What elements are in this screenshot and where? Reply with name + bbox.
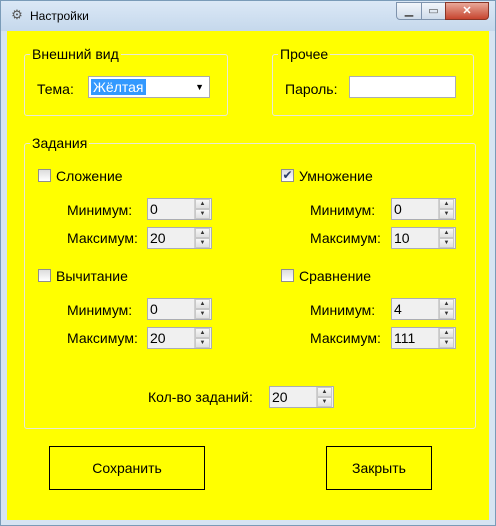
settings-window: ⚙ Настройки ▁ ▭ ✕ Внешний вид Тема: Жёлт… bbox=[0, 0, 496, 526]
multiplication-min-stepper[interactable]: 0 ▲ ▼ bbox=[391, 198, 456, 220]
subtraction-max-stepper[interactable]: 20 ▲ ▼ bbox=[147, 327, 212, 349]
multiplication-max-label: Максимум: bbox=[310, 230, 381, 246]
spin-up-icon[interactable]: ▲ bbox=[439, 328, 454, 338]
addition-min-value: 0 bbox=[150, 201, 158, 217]
spin-up-icon[interactable]: ▲ bbox=[317, 387, 332, 397]
comparison-min-stepper[interactable]: 4 ▲ ▼ bbox=[391, 298, 456, 320]
multiplication-max-stepper[interactable]: 10 ▲ ▼ bbox=[391, 227, 456, 249]
addition-min-stepper[interactable]: 0 ▲ ▼ bbox=[147, 198, 212, 220]
tasks-group: Задания bbox=[24, 135, 476, 429]
comparison-max-stepper[interactable]: 111 ▲ ▼ bbox=[391, 327, 456, 349]
save-button-label: Сохранить bbox=[92, 460, 162, 476]
spin-up-icon[interactable]: ▲ bbox=[195, 328, 210, 338]
checkmark-icon: ✔ bbox=[282, 168, 293, 182]
comparison-label[interactable]: Сравнение bbox=[299, 268, 371, 284]
comparison-checkbox[interactable] bbox=[281, 269, 294, 282]
multiplication-label[interactable]: Умножение bbox=[299, 168, 373, 184]
save-button[interactable]: Сохранить bbox=[49, 446, 205, 490]
addition-max-stepper[interactable]: 20 ▲ ▼ bbox=[147, 227, 212, 249]
spin-down-icon[interactable]: ▼ bbox=[195, 309, 210, 319]
subtraction-min-label: Минимум: bbox=[67, 302, 133, 318]
password-label: Пароль: bbox=[285, 81, 338, 97]
spin-up-icon[interactable]: ▲ bbox=[439, 228, 454, 238]
theme-select[interactable]: Жёлтая ▼ bbox=[88, 76, 210, 98]
spin-down-icon[interactable]: ▼ bbox=[317, 397, 332, 407]
addition-max-label: Максимум: bbox=[67, 230, 138, 246]
task-count-value: 20 bbox=[272, 389, 288, 405]
subtraction-max-value: 20 bbox=[150, 330, 166, 346]
subtraction-min-value: 0 bbox=[150, 301, 158, 317]
multiplication-checkbox[interactable]: ✔ bbox=[281, 168, 294, 182]
multiplication-min-value: 0 bbox=[394, 201, 402, 217]
spin-down-icon[interactable]: ▼ bbox=[439, 238, 454, 248]
spin-down-icon[interactable]: ▼ bbox=[195, 338, 210, 348]
gear-icon: ⚙ bbox=[11, 7, 23, 22]
close-button-label: Закрыть bbox=[352, 460, 406, 476]
comparison-min-value: 4 bbox=[394, 301, 402, 317]
theme-label: Тема: bbox=[37, 81, 74, 97]
close-button[interactable]: Закрыть bbox=[326, 446, 432, 490]
spin-down-icon[interactable]: ▼ bbox=[439, 338, 454, 348]
theme-select-value: Жёлтая bbox=[91, 79, 146, 95]
task-count-label: Кол-во заданий: bbox=[148, 389, 253, 405]
spin-down-icon[interactable]: ▼ bbox=[439, 309, 454, 319]
spin-up-icon[interactable]: ▲ bbox=[439, 299, 454, 309]
window-title: Настройки bbox=[30, 9, 89, 23]
comparison-max-value: 111 bbox=[394, 330, 416, 346]
password-field[interactable] bbox=[349, 76, 456, 98]
close-window-button[interactable]: ✕ bbox=[445, 2, 489, 20]
subtraction-label[interactable]: Вычитание bbox=[56, 268, 128, 284]
tasks-legend: Задания bbox=[30, 135, 90, 151]
spin-down-icon[interactable]: ▼ bbox=[195, 209, 210, 219]
title-bar[interactable]: ⚙ Настройки ▁ ▭ ✕ bbox=[1, 1, 495, 31]
maximize-button[interactable]: ▭ bbox=[421, 2, 446, 20]
addition-max-value: 20 bbox=[150, 230, 166, 246]
addition-checkbox[interactable] bbox=[38, 169, 51, 182]
minimize-button[interactable]: ▁ bbox=[396, 2, 422, 20]
multiplication-max-value: 10 bbox=[394, 230, 410, 246]
spin-up-icon[interactable]: ▲ bbox=[195, 199, 210, 209]
spin-down-icon[interactable]: ▼ bbox=[439, 209, 454, 219]
addition-min-label: Минимум: bbox=[67, 202, 133, 218]
spin-up-icon[interactable]: ▲ bbox=[195, 299, 210, 309]
subtraction-max-label: Максимум: bbox=[67, 330, 138, 346]
spin-up-icon[interactable]: ▲ bbox=[195, 228, 210, 238]
subtraction-checkbox[interactable] bbox=[38, 269, 51, 282]
addition-label[interactable]: Сложение bbox=[56, 168, 123, 184]
comparison-max-label: Максимум: bbox=[310, 330, 381, 346]
task-count-stepper[interactable]: 20 ▲ ▼ bbox=[269, 386, 334, 408]
appearance-legend: Внешний вид bbox=[30, 46, 121, 62]
chevron-down-icon[interactable]: ▼ bbox=[195, 81, 204, 93]
multiplication-min-label: Минимум: bbox=[310, 202, 376, 218]
other-legend: Прочее bbox=[278, 46, 331, 62]
comparison-min-label: Минимум: bbox=[310, 302, 376, 318]
spin-up-icon[interactable]: ▲ bbox=[439, 199, 454, 209]
spin-down-icon[interactable]: ▼ bbox=[195, 238, 210, 248]
subtraction-min-stepper[interactable]: 0 ▲ ▼ bbox=[147, 298, 212, 320]
client-area: Внешний вид Тема: Жёлтая ▼ Прочее Пароль… bbox=[7, 31, 489, 520]
